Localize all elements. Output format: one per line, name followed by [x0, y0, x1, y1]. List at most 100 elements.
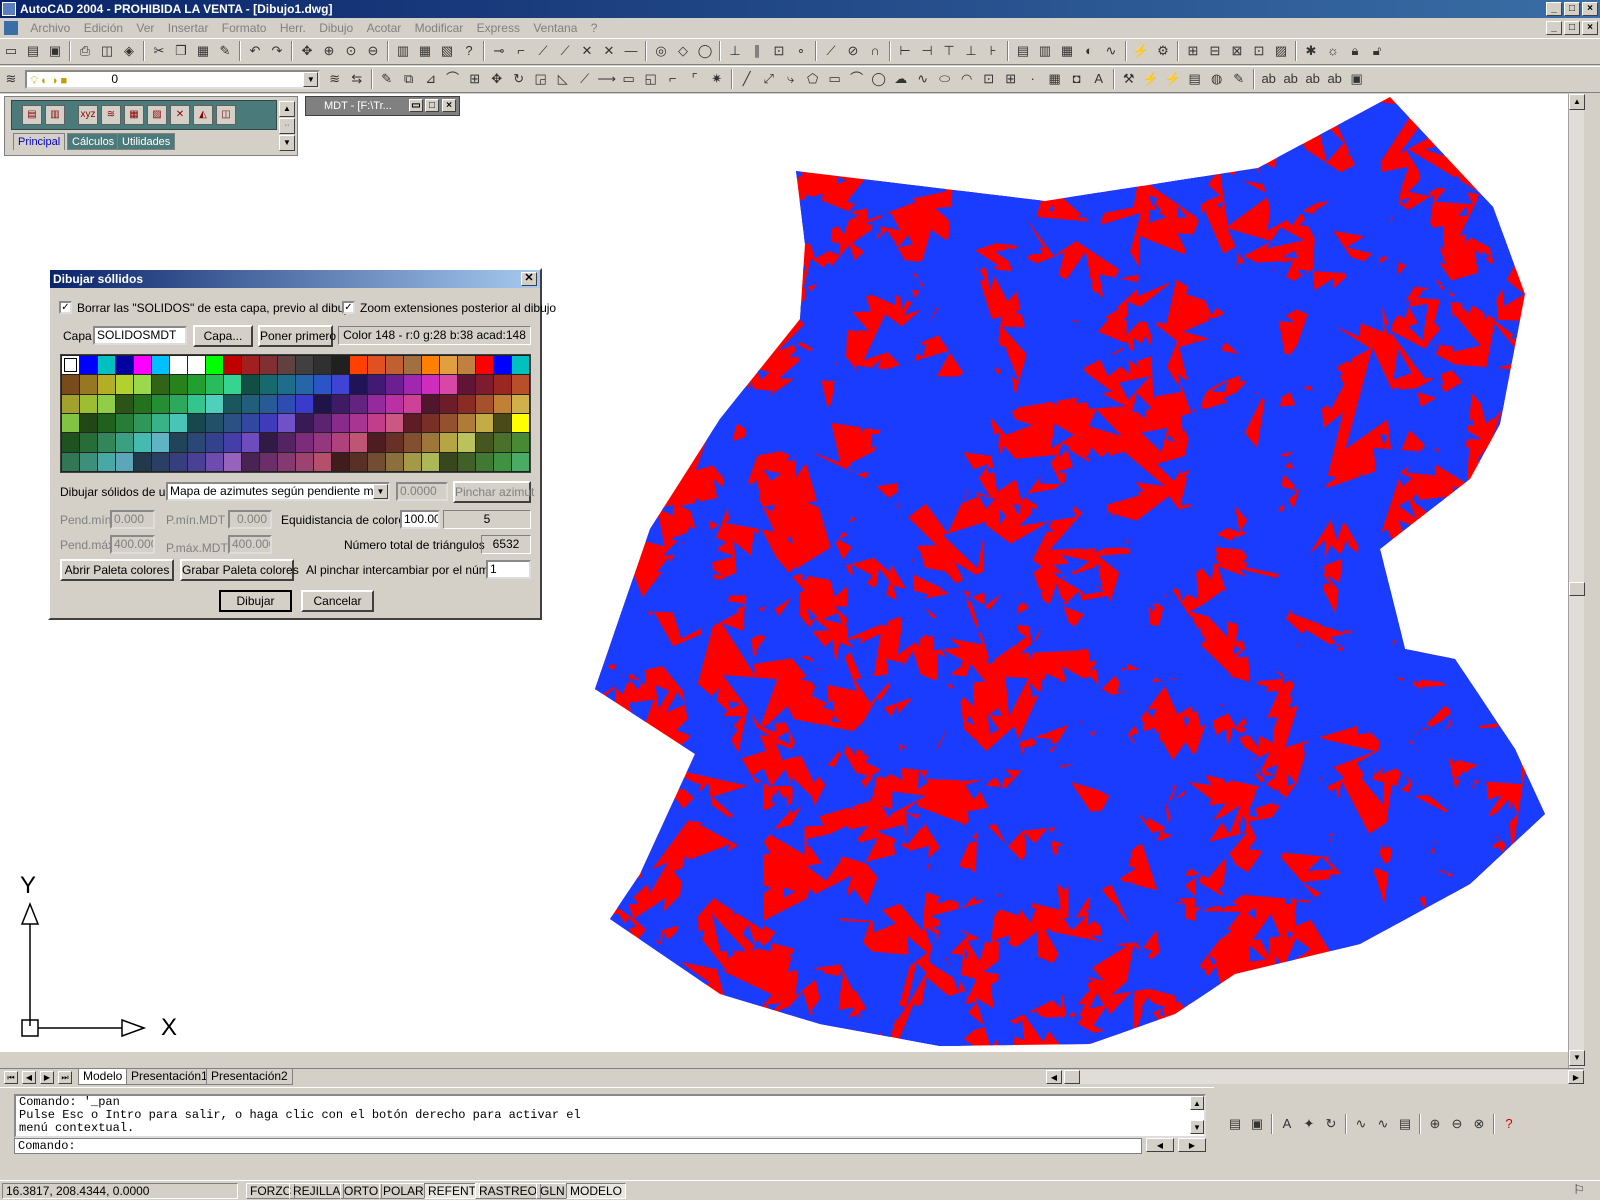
scroll-up-icon[interactable]: ▲ [1569, 94, 1585, 110]
menu-formato[interactable]: Formato [217, 18, 272, 38]
offset-icon[interactable]: ⌒ [443, 69, 463, 89]
zoom-out-icon[interactable]: ⊖ [1447, 1114, 1467, 1134]
mdt-view-icon[interactable]: ◫ [216, 105, 236, 125]
color-swatch[interactable] [458, 375, 475, 394]
menu-edicion[interactable]: Edición [79, 18, 128, 38]
color-swatch[interactable] [512, 394, 529, 413]
scroll-left-icon[interactable]: ◀ [1046, 1070, 1062, 1084]
color-swatch[interactable] [116, 414, 133, 433]
mode-chevron-down-icon[interactable]: ▼ [373, 484, 388, 499]
color-swatch[interactable] [62, 433, 79, 452]
color-swatch[interactable] [386, 452, 403, 471]
color-swatch[interactable] [98, 452, 115, 471]
block-c-icon[interactable]: ⊠ [1227, 41, 1247, 61]
color-swatch[interactable] [116, 375, 133, 394]
layer-walk-icon[interactable]: ∿ [1101, 41, 1121, 61]
block-d-icon[interactable]: ⊡ [1249, 41, 1269, 61]
menu-dibujo[interactable]: Dibujo [314, 18, 358, 38]
menu-help[interactable]: ? [586, 18, 603, 38]
color-swatch[interactable] [368, 414, 385, 433]
mdt-grid-icon[interactable]: ▦ [124, 105, 144, 125]
color-swatch[interactable] [278, 394, 295, 413]
toggle-rastreo[interactable]: RASTREO [475, 1183, 542, 1199]
color-swatch[interactable] [188, 394, 205, 413]
color-swatch[interactable] [188, 375, 205, 394]
layer-previous-icon[interactable]: ▥ [1035, 41, 1055, 61]
color-palette-grid[interactable] [60, 354, 531, 473]
color-swatch[interactable] [440, 356, 457, 375]
mdt-scroll-up-icon[interactable]: ▲ [279, 101, 295, 117]
color-swatch[interactable] [80, 394, 97, 413]
color-swatch[interactable] [314, 375, 331, 394]
color-swatch[interactable] [422, 452, 439, 471]
zoom-extensiones-checkbox[interactable]: ✓ [342, 301, 355, 314]
osnap-parallel-icon[interactable]: ∥ [747, 41, 767, 61]
color-swatch[interactable] [422, 433, 439, 452]
mdt-import-icon[interactable]: ▥ [45, 105, 65, 125]
make-block-icon[interactable]: ⊞ [1001, 69, 1021, 89]
color-swatch[interactable] [224, 452, 241, 471]
explode-icon[interactable]: ✷ [707, 69, 727, 89]
color-swatch[interactable] [152, 375, 169, 394]
color-swatch[interactable] [80, 375, 97, 394]
erase-icon[interactable]: ✎ [377, 69, 397, 89]
color-swatch[interactable] [152, 414, 169, 433]
toggle-gln[interactable]: GLN [536, 1183, 569, 1199]
color-swatch[interactable] [440, 433, 457, 452]
color-swatch[interactable] [314, 433, 331, 452]
print-icon[interactable]: ⎙ [75, 41, 95, 61]
color-swatch[interactable] [134, 356, 151, 375]
mdt-maximize-button[interactable]: □ [425, 99, 439, 112]
color-swatch[interactable] [134, 433, 151, 452]
extend-icon[interactable]: ⟶ [597, 69, 617, 89]
trim-icon[interactable]: ⟋ [575, 69, 595, 89]
break-icon[interactable]: ▭ [619, 69, 639, 89]
color-swatch[interactable] [332, 375, 349, 394]
color-swatch[interactable] [278, 433, 295, 452]
arc-icon[interactable]: ⌒ [847, 69, 867, 89]
publish-icon[interactable]: ◈ [119, 41, 139, 61]
paste-icon[interactable]: ▦ [193, 41, 213, 61]
rotate-icon[interactable]: ↻ [509, 69, 529, 89]
toggle-forzc[interactable]: FORZC [246, 1183, 296, 1199]
menu-insertar[interactable]: Insertar [163, 18, 214, 38]
color-swatch[interactable] [242, 433, 259, 452]
poner-primero-button[interactable]: Poner primero [258, 325, 336, 347]
color-swatch[interactable] [458, 452, 475, 471]
color-swatch[interactable] [242, 375, 259, 394]
color-swatch[interactable] [278, 452, 295, 471]
mdt-tab-calculos[interactable]: Cálculos [67, 133, 120, 150]
color-swatch[interactable] [296, 433, 313, 452]
toggle-rejilla[interactable]: REJILLA [289, 1183, 345, 1199]
scroll-thumb[interactable] [1569, 582, 1585, 596]
line-icon[interactable]: ╱ [737, 69, 757, 89]
color-swatch[interactable] [242, 394, 259, 413]
color-swatch[interactable] [458, 414, 475, 433]
color-swatch[interactable] [260, 414, 277, 433]
color-swatch[interactable] [350, 375, 367, 394]
dialog-close-icon[interactable]: ✕ [521, 272, 537, 286]
color-swatch[interactable] [494, 375, 511, 394]
express-tool1-icon[interactable]: ⚒ [1119, 69, 1139, 89]
command-input[interactable]: Comando: [14, 1138, 1142, 1154]
menu-ventana[interactable]: Ventana [528, 18, 582, 38]
stretch-icon[interactable]: ◺ [553, 69, 573, 89]
array-icon[interactable]: ⊞ [465, 69, 485, 89]
mdt-more-icon[interactable]: ·· [279, 118, 295, 134]
color-swatch[interactable] [332, 433, 349, 452]
mdt-xyz-icon[interactable]: xyz [78, 105, 98, 125]
graph2-icon[interactable]: ∿ [1373, 1114, 1393, 1134]
color-swatch[interactable] [404, 394, 421, 413]
copy-icon[interactable]: ❐ [171, 41, 191, 61]
color-swatch[interactable] [440, 375, 457, 394]
osnap-tangent-icon[interactable]: ◯ [695, 41, 715, 61]
vertical-scrollbar[interactable]: ▲ ▼ [1568, 94, 1585, 1068]
color-swatch[interactable] [206, 433, 223, 452]
tab-presentacion2[interactable]: Presentación2 [206, 1069, 293, 1085]
color-swatch[interactable] [98, 375, 115, 394]
color-swatch[interactable] [224, 394, 241, 413]
color-swatch[interactable] [260, 452, 277, 471]
color-swatch[interactable] [296, 452, 313, 471]
chevron-down-icon[interactable]: ▼ [303, 72, 319, 87]
color-swatch[interactable] [152, 452, 169, 471]
